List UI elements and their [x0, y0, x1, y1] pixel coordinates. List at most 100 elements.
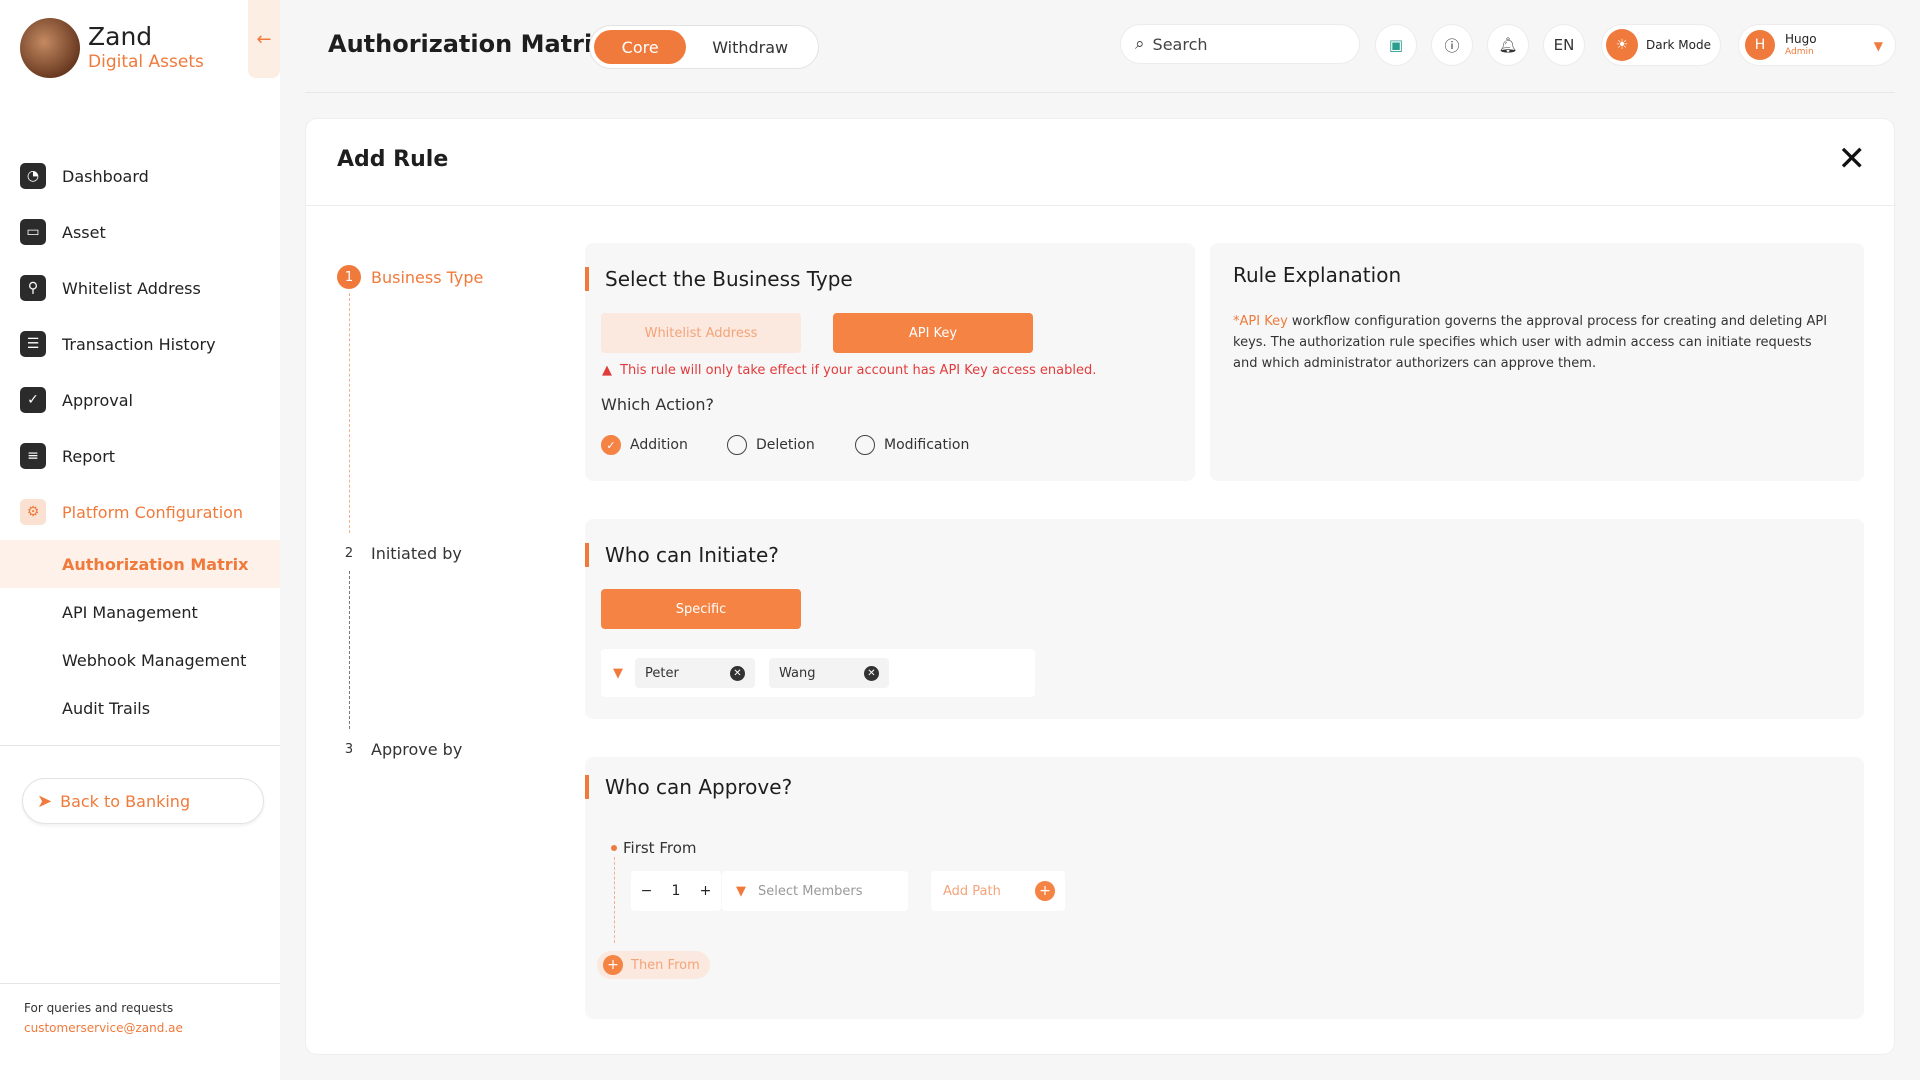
step-business-type: 1 Business Type [337, 265, 483, 289]
initiate-panel: Who can Initiate? Specific ▼ Peter ✕ Wan… [585, 519, 1864, 719]
tab-core[interactable]: Core [594, 30, 687, 64]
header-divider [305, 92, 1895, 93]
rule-explanation-title: Rule Explanation [1233, 263, 1402, 287]
notifications-button[interactable]: 🔔︎ [1487, 24, 1529, 66]
then-from-label: Then From [631, 957, 700, 973]
sidebar-item-label: Transaction History [62, 334, 216, 354]
back-to-banking-button[interactable]: ➤ Back to Banking [22, 778, 264, 824]
add-path-button[interactable]: Add Path + [931, 871, 1065, 911]
page-title: Authorization Matrix [328, 30, 608, 58]
sidebar-item-label: Approval [62, 390, 133, 410]
remove-chip-icon[interactable]: ✕ [730, 665, 745, 681]
sidebar-subitem-api-management[interactable]: API Management [0, 588, 280, 636]
chip-label: Peter [645, 665, 679, 681]
sidebar-item-asset[interactable]: ▭ Asset [0, 204, 280, 260]
quantity-stepper: − 1 + [631, 871, 721, 911]
plus-icon[interactable]: + [700, 883, 712, 899]
sidebar-item-approval[interactable]: ✓ Approval [0, 372, 280, 428]
step-initiated-by: 2 Initiated by [337, 541, 462, 565]
step-label: Approve by [371, 739, 463, 759]
rule-explanation-body: workflow configuration governs the appro… [1233, 314, 1828, 371]
settings-icon: ⚙ [20, 499, 46, 525]
warning-message: ▲ This rule will only take effect if you… [602, 363, 1096, 378]
selected-chip: Peter ✕ [635, 658, 755, 688]
sidebar-item-label: Report [62, 446, 116, 466]
wallet-app-icon: ▣ [1388, 36, 1404, 54]
rule-explanation-text: *API Key workflow configuration governs … [1233, 311, 1833, 374]
sun-icon: ☀ [1606, 29, 1638, 61]
add-path-label: Add Path [943, 883, 1001, 899]
step-label: Business Type [371, 267, 484, 287]
card-title: Add Rule [337, 147, 449, 172]
which-action-label: Which Action? [601, 395, 715, 414]
info-button[interactable]: ⓘ [1431, 24, 1473, 66]
collapse-sidebar-button[interactable]: ← [248, 0, 280, 78]
chevron-down-icon: ▼ [736, 883, 746, 899]
plus-circle-icon: + [1035, 881, 1055, 901]
panel-title: Who can Initiate? [585, 543, 779, 567]
specific-button[interactable]: Specific [601, 589, 801, 629]
business-type-panel: Select the Business Type Whitelist Addre… [585, 243, 1195, 481]
dashboard-icon: ◔ [20, 163, 46, 189]
segmented-tabs: Core Withdraw [589, 25, 819, 69]
select-members-dropdown[interactable]: ▼ Select Members [722, 871, 908, 911]
radio-deletion[interactable]: Deletion [727, 435, 815, 455]
sidebar-item-label: Dashboard [62, 166, 149, 186]
zand-logo [20, 18, 80, 78]
brand-name: Zand [88, 22, 153, 51]
radio-circle-icon [727, 435, 747, 455]
warning-text: This rule will only take effect if your … [620, 363, 1097, 378]
sidebar-item-report[interactable]: ≡ Report [0, 428, 280, 484]
language-button[interactable]: EN [1543, 24, 1585, 66]
then-from-button[interactable]: + Then From [597, 951, 710, 979]
radio-addition[interactable]: ✓ Addition [601, 435, 688, 455]
location-pin-icon: ⚲ [20, 275, 46, 301]
sidebar-item-transaction-history[interactable]: ☰ Transaction History [0, 316, 280, 372]
dark-mode-toggle[interactable]: ☀ Dark Mode [1601, 24, 1721, 66]
chevron-down-icon: ▼ [613, 665, 623, 681]
minus-icon[interactable]: − [641, 883, 653, 899]
sidebar-item-label: Platform Configuration [62, 502, 244, 522]
user-name: Hugo [1785, 32, 1817, 46]
api-key-option[interactable]: API Key [833, 313, 1033, 353]
search-input[interactable]: ⌕ Search [1120, 24, 1360, 64]
search-placeholder: Search [1152, 34, 1208, 54]
step-number: 3 [344, 741, 354, 757]
radio-label: Deletion [756, 437, 815, 453]
sidebar-item-platform-configuration[interactable]: ⚙ Platform Configuration [0, 484, 280, 540]
sidebar-item-dashboard[interactable]: ◔ Dashboard [0, 148, 280, 204]
tab-withdraw[interactable]: Withdraw [686, 30, 814, 64]
footer-label: For queries and requests [24, 1001, 174, 1015]
step-label: Initiated by [371, 543, 462, 563]
sidebar-nav: ◔ Dashboard ▭ Asset ⚲ Whitelist Address … [0, 148, 280, 732]
avatar: H [1745, 30, 1775, 60]
step-connector [349, 293, 350, 533]
card-divider [306, 205, 1896, 206]
sidebar-item-whitelist-address[interactable]: ⚲ Whitelist Address [0, 260, 280, 316]
footer-email-link[interactable]: customerservice@zand.ae [24, 1021, 183, 1035]
bullet-icon [611, 845, 617, 851]
plus-circle-icon: + [603, 955, 623, 975]
remove-chip-icon[interactable]: ✕ [864, 665, 879, 681]
panel-title: Who can Approve? [585, 775, 792, 799]
close-icon[interactable]: ✕ [1838, 141, 1867, 177]
brand-subtitle: Digital Assets [88, 52, 204, 72]
select-members-placeholder: Select Members [758, 883, 863, 899]
list-icon: ☰ [20, 331, 46, 357]
check-icon: ✓ [20, 387, 46, 413]
sidebar-divider [0, 745, 280, 746]
selected-chip: Wang ✕ [769, 658, 889, 688]
sidebar-subitem-webhook-management[interactable]: Webhook Management [0, 636, 280, 684]
radio-modification[interactable]: Modification [855, 435, 969, 455]
wallet-button[interactable]: ▣ [1375, 24, 1417, 66]
sidebar-subitem-audit-trails[interactable]: Audit Trails [0, 684, 280, 732]
sidebar-item-label: Whitelist Address [62, 278, 201, 298]
brand[interactable]: Zand Digital Assets [20, 18, 204, 78]
sidebar-subitem-authorization-matrix[interactable]: Authorization Matrix [0, 540, 280, 588]
whitelist-address-option[interactable]: Whitelist Address [601, 313, 801, 353]
info-icon: ⓘ [1444, 36, 1460, 55]
warning-icon: ▲ [602, 363, 612, 378]
initiator-select[interactable]: ▼ Peter ✕ Wang ✕ [601, 649, 1035, 697]
user-menu[interactable]: H Hugo Admin ▼ [1738, 24, 1896, 66]
panel-title: Select the Business Type [585, 267, 853, 291]
